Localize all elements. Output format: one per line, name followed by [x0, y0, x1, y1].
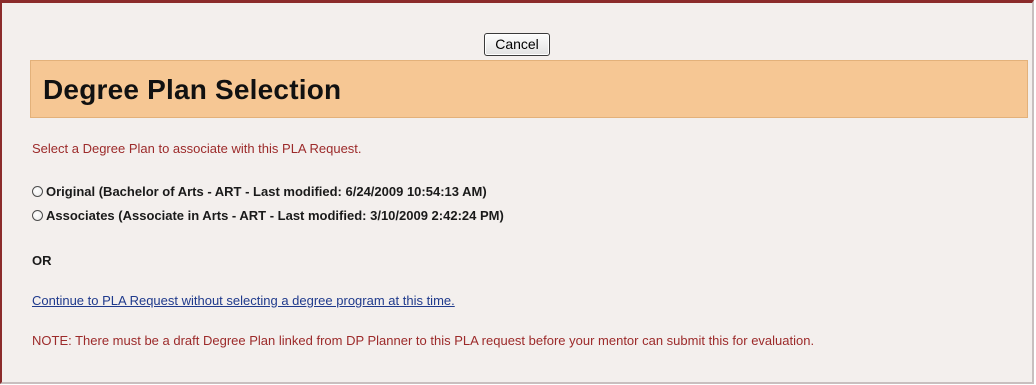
cancel-row: Cancel: [2, 33, 1032, 56]
degree-plan-option-original[interactable]: Original (Bachelor of Arts - ART - Last …: [32, 184, 487, 199]
degree-plan-option-label: Original (Bachelor of Arts - ART - Last …: [46, 184, 487, 199]
radio-button-associates[interactable]: [32, 210, 43, 221]
degree-plan-option-label: Associates (Associate in Arts - ART - La…: [46, 208, 504, 223]
instruction-text: Select a Degree Plan to associate with t…: [32, 141, 362, 156]
page-header: Degree Plan Selection: [30, 60, 1028, 118]
continue-without-plan-link[interactable]: Continue to PLA Request without selectin…: [32, 293, 455, 308]
note-text: NOTE: There must be a draft Degree Plan …: [32, 333, 815, 348]
radio-button-original[interactable]: [32, 186, 43, 197]
or-separator: OR: [32, 253, 52, 268]
page-title: Degree Plan Selection: [43, 74, 342, 105]
dialog-frame: Cancel Degree Plan Selection Select a De…: [0, 0, 1034, 384]
degree-plan-option-associates[interactable]: Associates (Associate in Arts - ART - La…: [32, 208, 504, 223]
cancel-button[interactable]: Cancel: [484, 33, 550, 56]
